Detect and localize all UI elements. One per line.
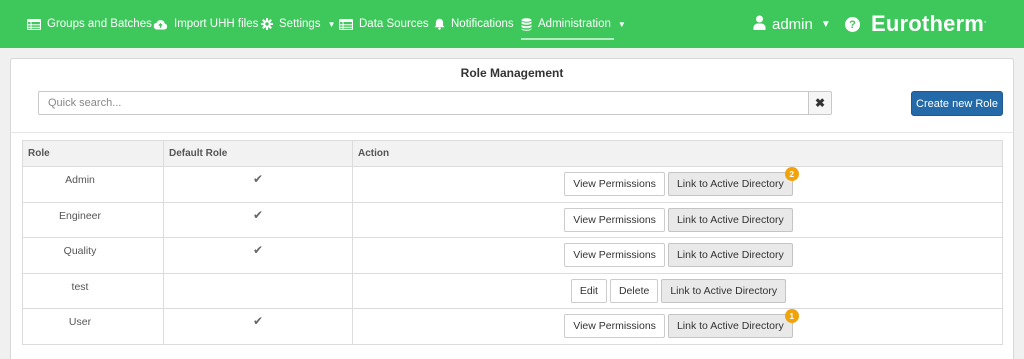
default-role-cell bbox=[163, 272, 353, 309]
default-role-cell: ✔ bbox=[163, 308, 353, 345]
link-active-directory-button[interactable]: Link to Active Directory 2 bbox=[667, 167, 799, 197]
edit-button[interactable]: Edit bbox=[570, 278, 607, 303]
top-navbar: Groups and Batches Import UHH files Sett… bbox=[0, 0, 1024, 48]
button-label: Link to Active Directory bbox=[676, 320, 784, 333]
link-active-directory-button[interactable]: Link to Active Directory 1 bbox=[667, 309, 799, 339]
create-new-role-button[interactable]: Create new Role bbox=[911, 91, 1003, 116]
button-label: Link to Active Directory bbox=[676, 178, 784, 191]
role-name: Engineer bbox=[22, 201, 164, 238]
user-name: admin bbox=[772, 15, 813, 33]
link-active-directory-button[interactable]: Link to Active Directory bbox=[667, 207, 793, 232]
header-role: Role bbox=[22, 140, 164, 167]
brand-logo: Eurotherm. bbox=[871, 11, 987, 37]
nav-data-sources[interactable]: Data Sources bbox=[339, 0, 429, 48]
roles-table: Role Default Role Action Admin ✔ View Pe… bbox=[22, 140, 1003, 345]
view-permissions-button[interactable]: View Permissions bbox=[564, 314, 665, 339]
clear-search-button[interactable]: ✖ bbox=[808, 91, 832, 115]
table-row: Admin ✔ View Permissions Link to Active … bbox=[22, 166, 1003, 203]
role-name: test bbox=[22, 272, 164, 309]
nav-label: Notifications bbox=[451, 18, 514, 30]
table-row: Quality ✔ View Permissions Link to Activ… bbox=[22, 237, 1003, 274]
help-icon[interactable]: ? bbox=[845, 17, 860, 32]
cloud-upload-icon bbox=[153, 19, 168, 30]
action-cell: Edit Delete Link to Active Directory bbox=[352, 272, 1003, 309]
check-icon: ✔ bbox=[252, 314, 264, 328]
user-icon bbox=[753, 15, 766, 34]
count-badge: 2 bbox=[784, 167, 799, 182]
header-default-role: Default Role bbox=[163, 140, 353, 167]
view-permissions-button[interactable]: View Permissions bbox=[564, 243, 665, 268]
panel-title: Role Management bbox=[460, 66, 564, 80]
nav-label: Groups and Batches bbox=[47, 18, 152, 30]
nav-label: Data Sources bbox=[359, 18, 429, 30]
database-icon bbox=[521, 17, 532, 31]
role-name: Admin bbox=[22, 166, 164, 203]
role-management-panel: Role Management ✖ Create new Role Role D… bbox=[10, 58, 1014, 359]
caret-down-icon: ▼ bbox=[617, 19, 626, 29]
user-menu[interactable]: admin ▼ bbox=[753, 0, 831, 48]
gear-icon bbox=[261, 18, 273, 30]
check-icon: ✔ bbox=[252, 207, 264, 222]
action-cell: View Permissions Link to Active Director… bbox=[352, 308, 1003, 345]
table-row: Engineer ✔ View Permissions Link to Acti… bbox=[22, 201, 1003, 238]
role-name: Quality bbox=[22, 237, 164, 274]
caret-down-icon: ▼ bbox=[820, 18, 831, 30]
delete-button[interactable]: Delete bbox=[609, 278, 659, 303]
nav-administration[interactable]: Administration ▼ bbox=[521, 0, 626, 48]
default-role-cell: ✔ bbox=[163, 166, 353, 203]
view-permissions-button[interactable]: View Permissions bbox=[564, 172, 665, 197]
search-group: ✖ bbox=[38, 91, 832, 115]
nav-label: Settings bbox=[279, 18, 321, 30]
link-active-directory-button[interactable]: Link to Active Directory bbox=[667, 243, 793, 268]
brand-mark: . bbox=[984, 14, 987, 25]
action-cell: View Permissions Link to Active Director… bbox=[352, 166, 1003, 203]
nav-label: Administration bbox=[538, 18, 611, 30]
header-action: Action bbox=[352, 140, 1003, 167]
divider bbox=[11, 132, 1013, 133]
nav-import-uhh-files[interactable]: Import UHH files bbox=[153, 0, 258, 48]
close-icon: ✖ bbox=[814, 96, 826, 110]
bell-icon bbox=[434, 18, 445, 30]
check-icon: ✔ bbox=[252, 172, 264, 186]
table-row: User ✔ View Permissions Link to Active D… bbox=[22, 308, 1003, 345]
role-name: User bbox=[22, 308, 164, 345]
search-input[interactable] bbox=[38, 91, 808, 115]
check-icon: ✔ bbox=[252, 243, 264, 257]
table-icon bbox=[339, 18, 353, 30]
nav-notifications[interactable]: Notifications bbox=[434, 0, 514, 48]
action-cell: View Permissions Link to Active Director… bbox=[352, 237, 1003, 274]
table-row: test Edit Delete Link to Active Director… bbox=[22, 272, 1003, 309]
nav-settings[interactable]: Settings ▼ bbox=[261, 0, 335, 48]
count-badge: 1 bbox=[784, 309, 799, 324]
nav-label: Import UHH files bbox=[174, 18, 259, 30]
default-role-cell: ✔ bbox=[163, 201, 353, 238]
table-header-row: Role Default Role Action bbox=[22, 140, 1003, 167]
active-tab-indicator bbox=[521, 38, 614, 40]
nav-groups-and-batches[interactable]: Groups and Batches bbox=[27, 0, 152, 48]
caret-down-icon: ▼ bbox=[327, 19, 336, 29]
table-icon bbox=[27, 18, 41, 30]
default-role-cell: ✔ bbox=[163, 237, 353, 274]
link-active-directory-button[interactable]: Link to Active Directory bbox=[661, 278, 787, 303]
brand-name: Eurotherm bbox=[871, 11, 985, 36]
view-permissions-button[interactable]: View Permissions bbox=[564, 207, 665, 232]
action-cell: View Permissions Link to Active Director… bbox=[352, 201, 1003, 238]
